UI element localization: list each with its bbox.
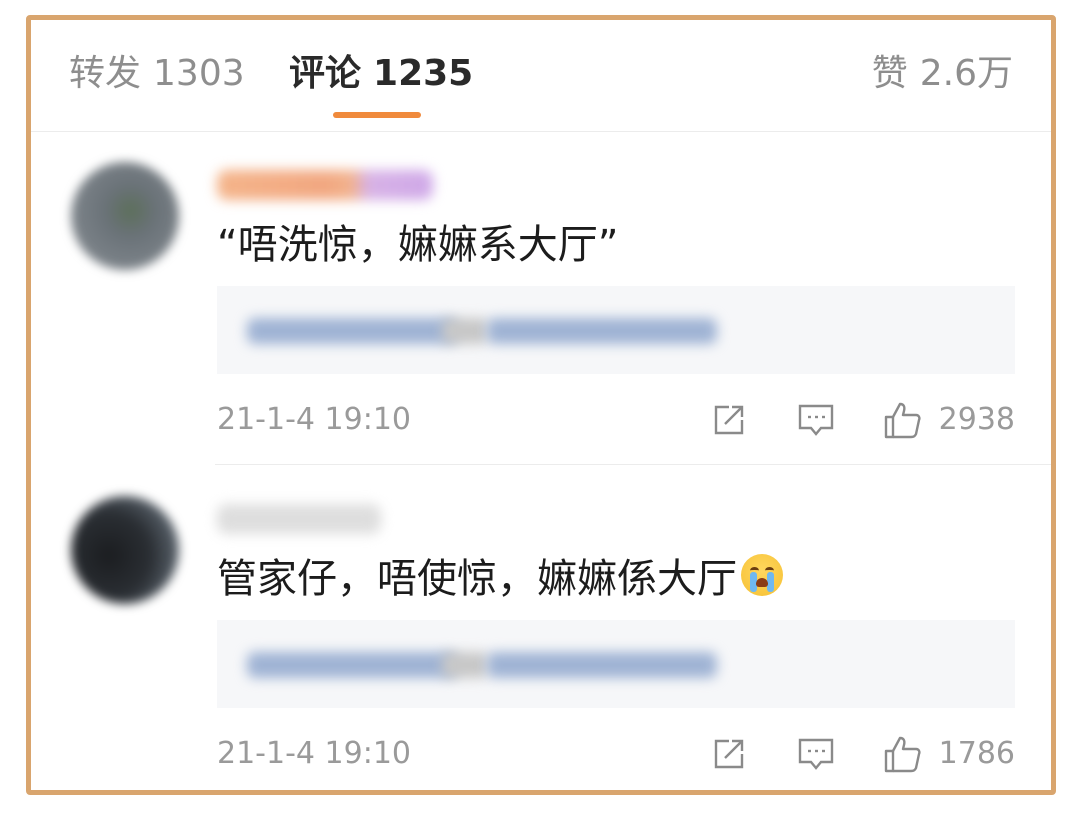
share-icon (714, 739, 744, 769)
comment-icon (798, 404, 834, 436)
username-blurred[interactable] (217, 504, 381, 534)
comment-text: 管家仔，唔使惊，嫲嫲係大厅 (217, 554, 783, 604)
avatar[interactable] (71, 162, 179, 270)
tab-repost-label: 转发 (69, 53, 142, 94)
share-button[interactable] (711, 398, 747, 442)
reply-preview-blurred-text (442, 652, 488, 678)
weibo-comments-card: 转发 1303 评论 1235 赞 2.6万 “唔洗惊，嫲嫲系大厅” 21-1-4 1… (26, 15, 1056, 795)
reply-preview-blurred-link (487, 652, 717, 678)
reply-preview-blurred-link (487, 318, 717, 344)
reply-preview-blurred-text (247, 652, 457, 678)
avatar[interactable] (71, 496, 179, 604)
comment-timestamp: 21-1-4 19:10 (217, 736, 411, 771)
tab-repost[interactable]: 转发 1303 (69, 52, 245, 96)
thumbs-up-icon (884, 402, 921, 439)
reply-button[interactable] (797, 398, 835, 442)
comment-timestamp: 21-1-4 19:10 (217, 402, 411, 437)
tab-likes-count: 2.6万 (919, 53, 1013, 94)
username-blurred[interactable] (217, 170, 433, 200)
comment-meta: 21-1-4 19:10 (217, 398, 1015, 442)
thumbs-up-icon (884, 736, 921, 773)
comment-divider (215, 464, 1051, 465)
share-button[interactable] (711, 732, 747, 776)
crying-face-emoji-icon (741, 554, 783, 596)
tab-likes[interactable]: 赞 2.6万 (872, 52, 1013, 96)
like-count: 2938 (938, 402, 1015, 437)
tab-repost-count: 1303 (153, 53, 245, 94)
reply-preview-blurred-text (247, 318, 457, 344)
tab-comments-label: 评论 (289, 53, 362, 94)
comment-text: “唔洗惊，嫲嫲系大厅” (217, 222, 619, 268)
like-button[interactable]: 2938 (883, 398, 1015, 442)
comment-item: 管家仔，唔使惊，嫲嫲係大厅 21-1-4 19:10 1786 (31, 466, 1051, 790)
like-count: 1786 (938, 736, 1015, 771)
reply-preview[interactable] (217, 620, 1015, 708)
comment-text-content: 管家仔，唔使惊，嫲嫲係大厅 (217, 556, 737, 602)
comment-meta: 21-1-4 19:10 (217, 732, 1015, 776)
comment-icon (798, 738, 834, 770)
tab-bar: 转发 1303 评论 1235 赞 2.6万 (31, 20, 1051, 132)
tab-comments-count: 1235 (373, 53, 474, 94)
active-tab-indicator (333, 112, 421, 118)
share-icon (714, 405, 744, 435)
comment-item: “唔洗惊，嫲嫲系大厅” 21-1-4 19:10 2938 (31, 132, 1051, 465)
tab-comments[interactable]: 评论 1235 (289, 52, 473, 96)
tab-likes-label: 赞 (871, 53, 908, 94)
reply-button[interactable] (797, 732, 835, 776)
like-button[interactable]: 1786 (883, 732, 1015, 776)
reply-preview-blurred-text (442, 318, 488, 344)
reply-preview[interactable] (217, 286, 1015, 374)
